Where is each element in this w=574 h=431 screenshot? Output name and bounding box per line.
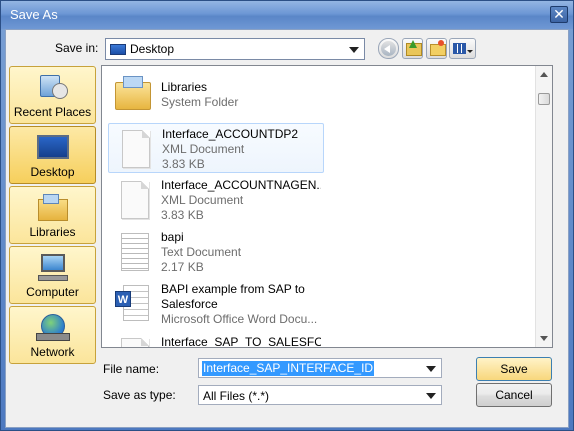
file-item-bapi-example[interactable]: W BAPI example from SAP to Salesforce Mi… <box>108 279 324 331</box>
save-button[interactable]: Save <box>476 357 552 381</box>
file-item-libraries[interactable]: Libraries System Folder <box>108 70 324 120</box>
chevron-down-icon[interactable] <box>426 393 436 399</box>
place-desktop[interactable]: Desktop <box>9 126 96 184</box>
close-icon: ✕ <box>553 6 565 22</box>
libraries-folder-icon <box>113 74 153 116</box>
place-network[interactable]: Network <box>9 306 96 364</box>
cancel-button[interactable]: Cancel <box>476 383 552 407</box>
file-name: BAPI example from SAP to Salesforce <box>161 282 305 311</box>
file-item-interface-sap-to-salesfo[interactable]: Interface_SAP_TO_SALESFO... <box>108 332 324 348</box>
window-title: Save As <box>10 7 58 22</box>
vertical-scrollbar[interactable] <box>535 66 552 347</box>
file-type: XML Document <box>161 193 244 207</box>
dialog-body: Save in: Desktop Recent Places Desktop L… <box>5 29 569 428</box>
libraries-icon <box>36 193 70 223</box>
network-icon <box>36 313 70 343</box>
file-name: Interface_ACCOUNTDP2 <box>162 127 299 141</box>
save-as-type-dropdown[interactable]: All Files (*.*) <box>198 385 442 405</box>
text-document-icon <box>113 231 153 273</box>
place-label: Desktop <box>30 165 75 179</box>
place-computer[interactable]: Computer <box>9 246 96 304</box>
file-name: Interface_SAP_TO_SALESFO... <box>161 335 321 348</box>
save-as-type-value: All Files (*.*) <box>203 389 270 403</box>
xml-document-icon <box>113 336 153 347</box>
file-name-value: Interface_SAP_INTERFACE_ID <box>202 361 375 376</box>
file-name-label: File name: <box>103 362 160 376</box>
file-name: Interface_ACCOUNTNAGEN... <box>161 178 321 192</box>
file-name: bapi <box>161 230 184 244</box>
save-in-value: Desktop <box>130 42 175 56</box>
place-recent-places[interactable]: Recent Places <box>9 66 96 124</box>
chevron-down-icon[interactable] <box>426 366 436 372</box>
file-item-interface-accountnagen[interactable]: Interface_ACCOUNTNAGEN... XML Document 3… <box>108 175 324 225</box>
place-label: Libraries <box>29 225 76 239</box>
file-type: System Folder <box>161 95 239 109</box>
save-as-dialog: Save As ✕ Save in: Desktop Recent Places… <box>0 0 574 431</box>
file-size: 3.83 KB <box>162 157 205 171</box>
place-libraries[interactable]: Libraries <box>9 186 96 244</box>
file-type: Text Document <box>161 245 242 259</box>
desktop-small-icon <box>110 44 126 55</box>
file-size: 2.17 KB <box>161 260 204 274</box>
back-arrow-icon[interactable] <box>378 38 399 59</box>
scroll-thumb[interactable] <box>538 93 550 105</box>
places-bar: Recent Places Desktop Libraries Computer… <box>9 66 96 364</box>
scroll-up-icon[interactable] <box>540 72 548 77</box>
file-item-interface-accountdp2[interactable]: Interface_ACCOUNTDP2 XML Document 3.83 K… <box>108 123 324 173</box>
computer-icon <box>36 253 70 283</box>
views-grid-icon <box>453 43 466 54</box>
close-button[interactable]: ✕ <box>550 6 568 23</box>
file-type: XML Document <box>162 142 245 156</box>
file-name-field[interactable]: Interface_SAP_INTERFACE_ID <box>198 358 442 378</box>
file-item-bapi[interactable]: bapi Text Document 2.17 KB <box>108 227 324 277</box>
chevron-down-icon <box>467 50 473 53</box>
file-list[interactable]: Libraries System Folder Interface_ACCOUN… <box>101 65 553 348</box>
recent-places-icon <box>36 73 70 103</box>
save-in-label: Save in: <box>55 41 99 55</box>
xml-document-icon <box>114 128 154 170</box>
new-folder-icon[interactable] <box>426 38 447 59</box>
views-menu-icon[interactable] <box>449 38 476 59</box>
word-document-icon: W <box>113 283 153 325</box>
place-label: Network <box>30 345 75 359</box>
file-type: Microsoft Office Word Docu... <box>161 312 318 326</box>
place-label: Recent Places <box>13 105 92 119</box>
save-in-dropdown[interactable]: Desktop <box>105 38 365 60</box>
place-label: Computer <box>26 285 79 299</box>
chevron-down-icon[interactable] <box>349 47 359 53</box>
save-as-type-label: Save as type: <box>103 388 176 402</box>
file-name: Libraries <box>161 80 208 94</box>
scroll-down-icon[interactable] <box>540 336 548 341</box>
up-folder-icon[interactable] <box>402 38 423 59</box>
xml-document-icon <box>113 179 153 221</box>
file-size: 3.83 KB <box>161 208 204 222</box>
title-bar[interactable]: Save As ✕ <box>1 1 573 29</box>
desktop-icon <box>36 133 70 163</box>
